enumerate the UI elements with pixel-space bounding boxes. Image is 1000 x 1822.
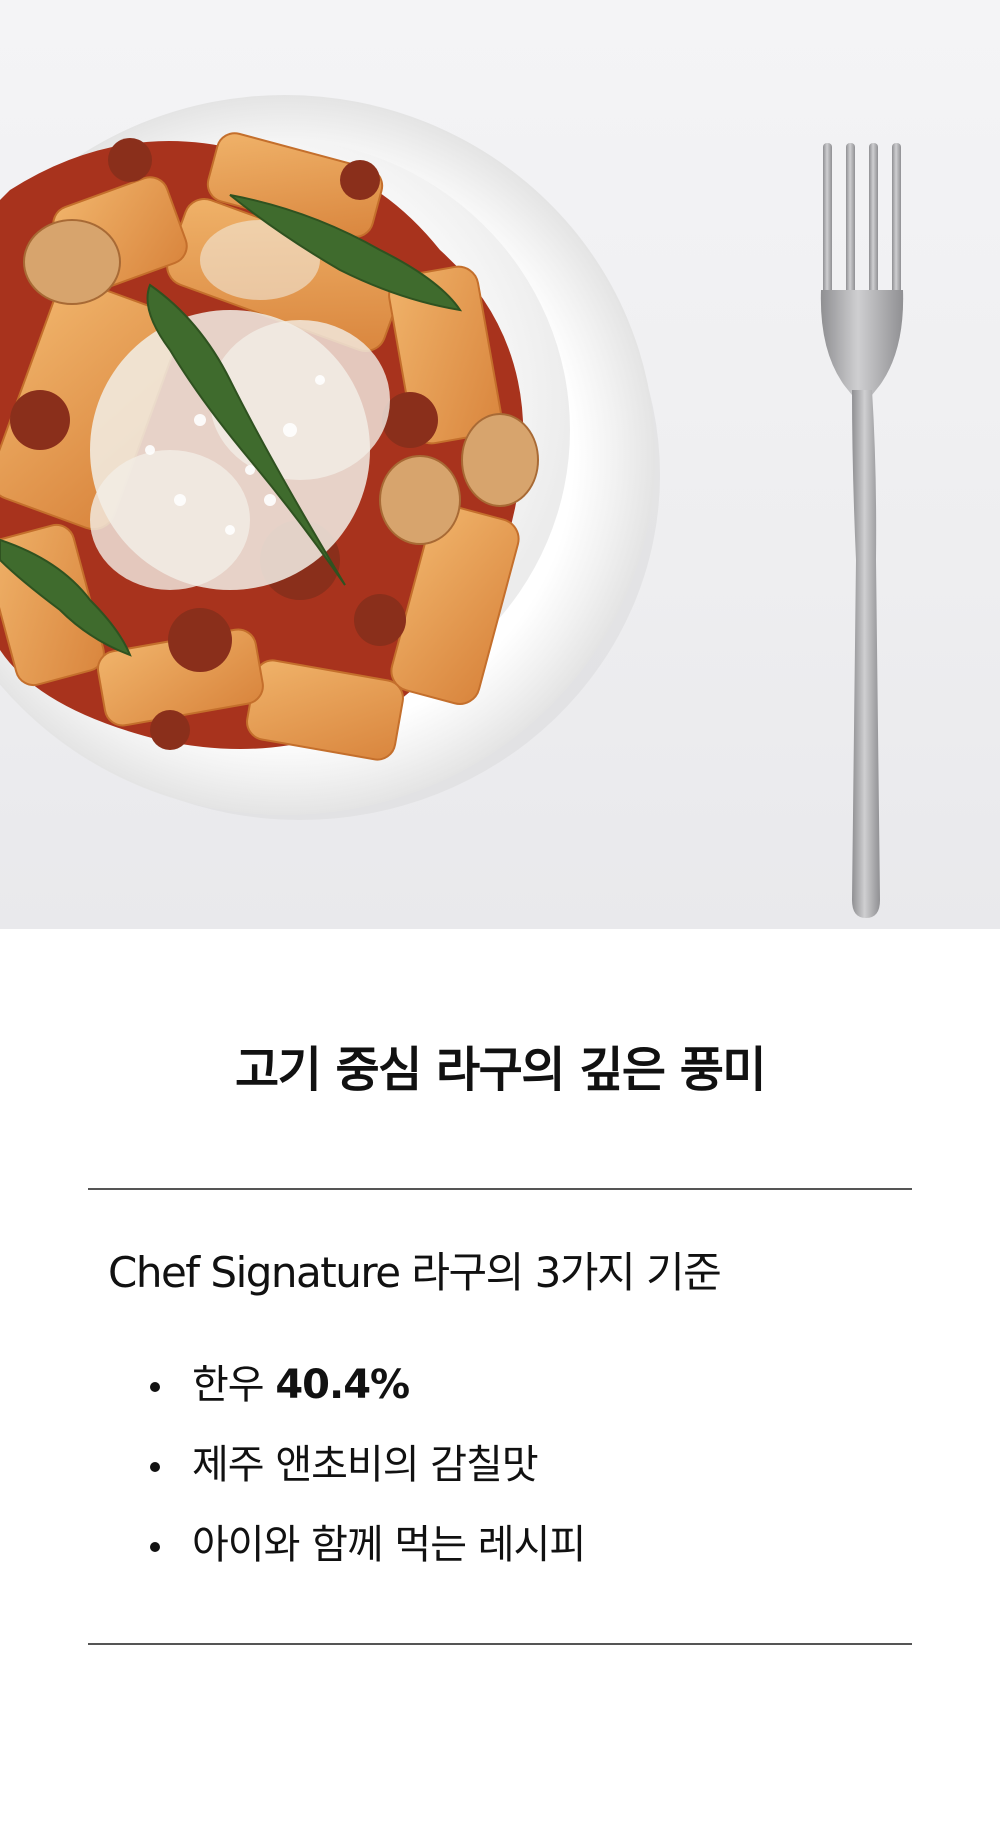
pasta-bowl-photo: [0, 95, 904, 918]
list-item: 한우 40.4%: [148, 1355, 585, 1435]
bullet-dot-icon: [150, 1462, 160, 1472]
divider-top: [88, 1188, 912, 1190]
list-item: 아이와 함께 먹는 레시피: [148, 1515, 586, 1595]
bullet-dot-icon: [150, 1382, 160, 1392]
divider-bottom: [88, 1643, 912, 1645]
list-item-text: 아이와 함께 먹는 레시피: [192, 1522, 586, 1568]
section-subheading: Chef Signature 라구의 3가지 기준: [108, 1248, 722, 1297]
list-item-text: 제주 앤초비의 감칠맛: [192, 1442, 539, 1488]
hero-image: [0, 0, 1000, 929]
list-item-text: 한우: [192, 1362, 265, 1408]
product-detail-page: 고기 중심 라구의 깊은 풍미 Chef Signature 라구의 3가지 기…: [0, 0, 1000, 1822]
list-item: 제주 앤초비의 감칠맛: [148, 1435, 585, 1515]
list-item-highlight: 40.4%: [275, 1362, 410, 1408]
fork-icon: [820, 143, 904, 918]
page-title: 고기 중심 라구의 깊은 풍미: [234, 1042, 767, 1098]
bullet-dot-icon: [150, 1542, 160, 1552]
criteria-list: 한우 40.4% 제주 앤초비의 감칠맛 아이와 함께 먹는 레시피: [148, 1355, 586, 1595]
